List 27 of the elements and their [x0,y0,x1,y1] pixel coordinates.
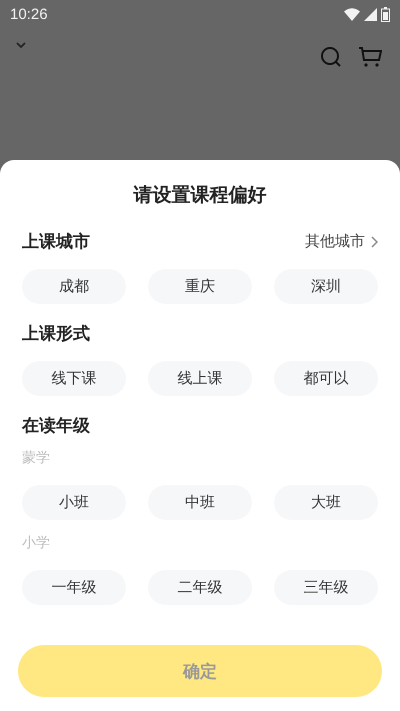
group-label: 蒙学 [22,449,51,467]
sheet-title: 请设置课程偏好 [132,183,268,208]
option-chip[interactable]: 三年级 [274,570,378,605]
option-chip[interactable]: 成都 [22,269,126,304]
wifi-icon [344,8,360,20]
option-chip[interactable]: 线下课 [22,361,126,396]
option-chip[interactable]: 小班 [22,485,126,520]
chevron-down-icon[interactable] [16,42,26,49]
search-icon[interactable] [320,46,342,68]
group-label: 小学 [22,534,51,552]
option-chip[interactable]: 二年级 [148,570,252,605]
other-city-link[interactable]: 其他城市 [305,232,378,251]
section-title: 上课城市 [22,231,90,253]
section-title: 上课形式 [22,323,90,345]
option-chip[interactable]: 线上课 [148,361,252,396]
cart-icon[interactable] [358,46,382,68]
battery-icon [381,6,390,22]
option-chip[interactable]: 都可以 [274,361,378,396]
option-chip[interactable]: 重庆 [148,269,252,304]
option-chip[interactable]: 一年级 [22,570,126,605]
option-chip[interactable]: 中班 [148,485,252,520]
status-time: 10:26 [10,6,48,22]
option-chip[interactable]: 大班 [274,485,378,520]
chevron-right-icon [371,236,378,248]
section-title: 在读年级 [22,415,90,437]
signal-icon [364,8,377,20]
option-chip[interactable]: 深圳 [274,269,378,304]
